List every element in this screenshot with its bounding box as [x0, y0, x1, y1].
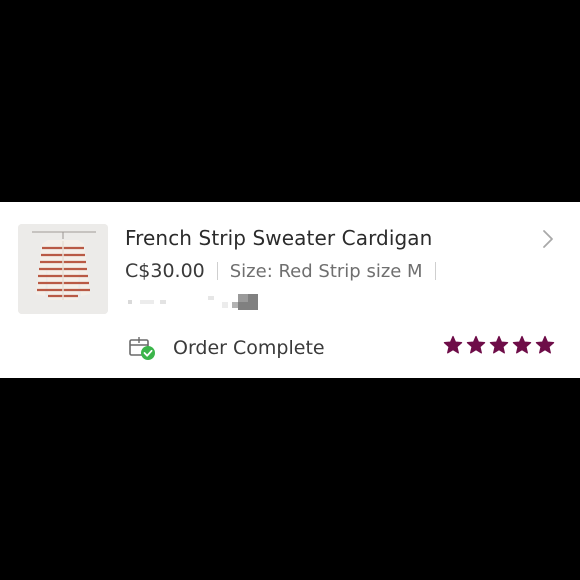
product-thumbnail[interactable]	[18, 224, 108, 314]
order-meta: C$30.00 Size: Red Strip size M	[125, 259, 448, 282]
order-complete-icon	[128, 335, 158, 361]
order-status: Order Complete	[128, 335, 325, 361]
divider	[216, 262, 218, 280]
divider	[434, 262, 436, 280]
star-icon	[489, 335, 509, 354]
product-title[interactable]: French Strip Sweater Cardigan	[125, 226, 432, 250]
chevron-right-icon[interactable]	[541, 228, 555, 254]
star-icon	[443, 335, 463, 354]
price: C$30.00	[125, 260, 205, 282]
size-label: Size: Red Strip size M	[229, 261, 423, 282]
star-icon	[535, 335, 555, 354]
rating-stars	[443, 335, 555, 355]
cardigan-image	[18, 224, 108, 314]
star-icon	[512, 335, 532, 354]
star-icon	[466, 335, 486, 354]
redacted-text	[128, 290, 268, 312]
status-label: Order Complete	[173, 337, 325, 359]
order-card[interactable]: French Strip Sweater Cardigan C$30.00 Si…	[0, 202, 580, 378]
